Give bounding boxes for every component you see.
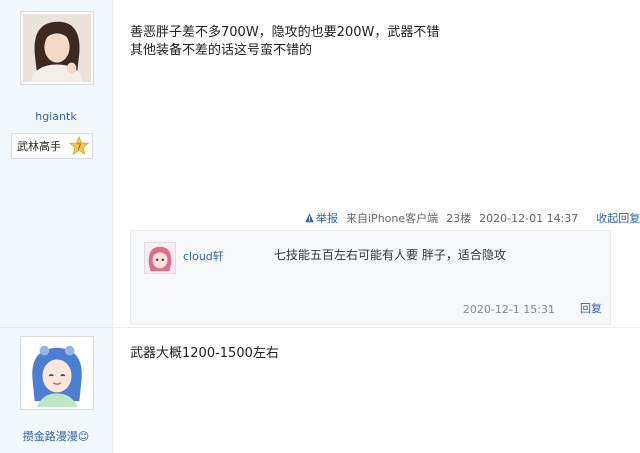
post-content: 武器大概1200-1500左右 bbox=[130, 346, 279, 361]
post-datetime: 2020-12-01 14:37 bbox=[479, 211, 579, 225]
anime-avatar-icon bbox=[23, 339, 91, 407]
post-username[interactable]: hgiantk bbox=[0, 110, 112, 123]
avatar-photo bbox=[23, 14, 91, 82]
level-star-icon: 7 bbox=[69, 136, 89, 155]
floor-number: 23楼 bbox=[446, 212, 472, 225]
reply-box: cloud轩 七技能五百左右可能有人要 胖子，适合隐攻 2020-12-1 15… bbox=[130, 230, 611, 325]
reply-username[interactable]: cloud轩 bbox=[183, 248, 224, 264]
report-flag-icon bbox=[305, 213, 314, 223]
reply-avatar[interactable] bbox=[144, 242, 176, 274]
rank-badge[interactable]: 武林高手 7 bbox=[11, 133, 93, 159]
collapse-replies-link[interactable]: 收起回复 bbox=[596, 210, 640, 226]
post-username[interactable]: 攒金路漫漫😊 bbox=[0, 428, 112, 444]
user-avatar[interactable] bbox=[20, 11, 94, 85]
post-tail: 举报 来自iPhone客户端 23楼 2020-12-01 14:37 收起回复 bbox=[305, 210, 640, 226]
post-line: 善恶胖子差不多700W，隐攻的也要200W，武器不错 bbox=[130, 25, 440, 40]
post-divider bbox=[0, 327, 640, 328]
anime-avatar-icon bbox=[145, 243, 175, 273]
client-source: 来自iPhone客户端 bbox=[346, 212, 439, 225]
reply-button[interactable]: 回复 bbox=[580, 300, 602, 316]
post-line: 其他装备不差的话这号蛮不错的 bbox=[130, 43, 313, 58]
rank-level: 7 bbox=[76, 142, 81, 151]
user-avatar[interactable] bbox=[20, 336, 94, 410]
report-link[interactable]: 举报 bbox=[305, 210, 338, 226]
reply-text: 七技能五百左右可能有人要 胖子，适合隐攻 bbox=[274, 248, 506, 262]
reply-datetime: 2020-12-1 15:31 bbox=[462, 303, 555, 316]
post-content: 善恶胖子差不多700W，隐攻的也要200W，武器不错 其他装备不差的话这号蛮不错… bbox=[130, 24, 439, 60]
report-label: 举报 bbox=[316, 212, 338, 225]
rank-title: 武林高手 bbox=[17, 140, 61, 153]
